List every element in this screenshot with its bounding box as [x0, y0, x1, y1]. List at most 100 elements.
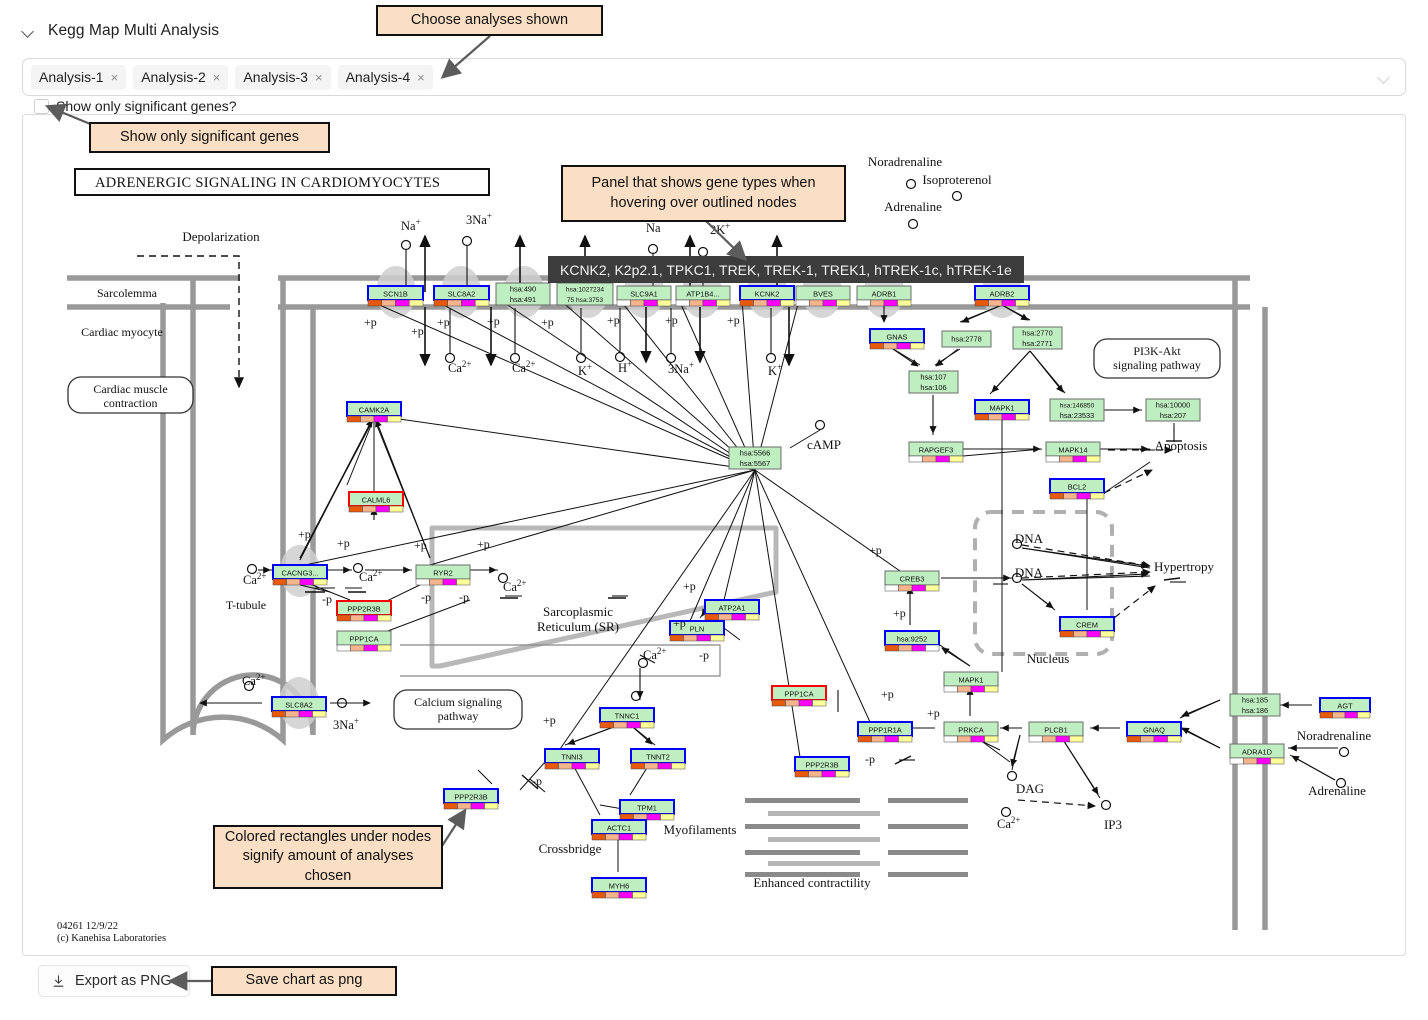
- svg-text:Sarcoplasmic: Sarcoplasmic: [543, 604, 613, 619]
- callout-text: Colored rectangles under nodes signify a…: [224, 829, 432, 884]
- kegg-gene-node[interactable]: AGT: [1319, 697, 1371, 719]
- kegg-gene-node[interactable]: PPP2R3B: [443, 788, 499, 810]
- kegg-gene-node[interactable]: MAPK1: [943, 671, 999, 693]
- svg-text:DNA: DNA: [1015, 531, 1044, 546]
- svg-text:Ca2+: Ca2+: [243, 571, 266, 587]
- tag-analysis-3[interactable]: Analysis-3 ×: [235, 64, 331, 90]
- chevron-down-icon[interactable]: [22, 24, 36, 38]
- callout-save-png: Save chart as png: [211, 966, 397, 996]
- show-significant-genes-row[interactable]: Show only significant genes?: [34, 96, 237, 116]
- kegg-gene-node[interactable]: hsa:1027234 75 hsa:3753: [556, 282, 614, 306]
- kegg-gene-node[interactable]: CACNG3...: [272, 564, 328, 586]
- svg-text:Ca2+: Ca2+: [643, 646, 666, 662]
- kegg-gene-node[interactable]: SCN1B: [367, 285, 424, 307]
- svg-text:MYH6: MYH6: [609, 882, 630, 891]
- close-icon[interactable]: ×: [213, 71, 221, 84]
- kegg-gene-node[interactable]: SLC8A2: [433, 285, 490, 307]
- tag-analysis-1[interactable]: Analysis-1 ×: [31, 64, 127, 90]
- kegg-gene-node[interactable]: PPP1CA: [771, 685, 827, 707]
- svg-text:Crossbridge: Crossbridge: [539, 841, 602, 856]
- kegg-gene-node[interactable]: hsa:146850hsa:23533: [1049, 398, 1105, 422]
- pathway-link-box[interactable]: Calcium signalingpathway: [393, 689, 523, 730]
- svg-text:hsa:2770: hsa:2770: [1022, 329, 1052, 338]
- kegg-gene-node[interactable]: hsa:185hsa:186: [1229, 693, 1281, 717]
- kegg-gene-node[interactable]: PRKCA: [943, 721, 999, 743]
- svg-text:Na+: Na+: [401, 217, 421, 233]
- svg-text:AGT: AGT: [1337, 702, 1353, 711]
- kegg-gene-node[interactable]: ADRB1: [856, 285, 912, 307]
- kegg-gene-node[interactable]: MAPK1: [974, 399, 1030, 421]
- svg-text:+p: +p: [665, 313, 678, 327]
- svg-text:PPP1R1A: PPP1R1A: [868, 726, 901, 735]
- svg-text:PPP2R3B: PPP2R3B: [347, 605, 380, 614]
- svg-text:+p: +p: [364, 315, 377, 329]
- kegg-gene-node[interactable]: RYR2: [415, 564, 471, 586]
- kegg-gene-node[interactable]: CALML6: [348, 491, 404, 513]
- kegg-gene-node[interactable]: hsa:2770hsa:2771: [1012, 326, 1063, 350]
- kegg-gene-node[interactable]: MYH6: [591, 877, 647, 899]
- kegg-gene-node[interactable]: ACTC1: [591, 819, 647, 841]
- analysis-multiselect[interactable]: Analysis-1 × Analysis-2 × Analysis-3 × A…: [22, 58, 1406, 96]
- svg-text:SCN1B: SCN1B: [383, 290, 408, 299]
- kegg-gene-node[interactable]: hsa:5566hsa:5567: [728, 446, 782, 470]
- kegg-gene-node[interactable]: SLC9A1: [616, 285, 672, 307]
- kegg-gene-node[interactable]: GNAQ: [1126, 721, 1182, 743]
- kegg-gene-node[interactable]: PPP1CA: [336, 630, 392, 652]
- pathway-link-box[interactable]: Cardiac musclecontraction: [67, 376, 194, 414]
- svg-text:+p: +p: [437, 315, 450, 329]
- svg-text:signaling pathway: signaling pathway: [1113, 358, 1201, 372]
- kegg-gene-node[interactable]: SLC8A2: [271, 696, 327, 718]
- kegg-gene-node[interactable]: KCNK2: [739, 285, 795, 307]
- kegg-gene-node[interactable]: hsa:10000hsa:207: [1145, 398, 1201, 422]
- kegg-gene-node[interactable]: ATP1B4...: [675, 285, 731, 307]
- chevron-down-icon[interactable]: [1378, 71, 1391, 84]
- pathway-link-box[interactable]: PI3K-Aktsignaling pathway: [1093, 338, 1221, 379]
- kegg-gene-node[interactable]: hsa:9252: [884, 630, 940, 652]
- kegg-gene-node[interactable]: PLCB1: [1028, 721, 1084, 743]
- tag-label: Analysis-3: [243, 69, 308, 85]
- kegg-gene-node[interactable]: CREB3: [884, 570, 940, 592]
- tag-analysis-4[interactable]: Analysis-4 ×: [337, 64, 433, 90]
- kegg-gene-node[interactable]: TNNC1: [599, 707, 655, 729]
- svg-text:SLC8A2: SLC8A2: [285, 701, 313, 710]
- close-icon[interactable]: ×: [417, 71, 425, 84]
- svg-text:GNAQ: GNAQ: [1143, 726, 1165, 735]
- kegg-gene-node[interactable]: RAPGEF3: [908, 441, 964, 463]
- kegg-gene-node[interactable]: PPP2R3B: [794, 756, 850, 778]
- kegg-gene-node[interactable]: hsa:107hsa:106: [908, 370, 959, 394]
- kegg-gene-node[interactable]: TNNI3: [544, 748, 600, 770]
- kegg-gene-node[interactable]: ATP2A1: [704, 599, 760, 621]
- close-icon[interactable]: ×: [111, 71, 119, 84]
- kegg-gene-node[interactable]: PPP1R1A: [857, 721, 913, 743]
- svg-text:RAPGEF3: RAPGEF3: [919, 446, 954, 455]
- kegg-gene-node[interactable]: hsa:490hsa:491: [495, 282, 551, 306]
- tag-analysis-2[interactable]: Analysis-2 ×: [133, 64, 229, 90]
- kegg-gene-node[interactable]: BCL2: [1049, 478, 1105, 500]
- kegg-gene-node[interactable]: TPM1: [619, 799, 675, 821]
- kegg-gene-node[interactable]: ADRB2: [974, 285, 1030, 307]
- kegg-gene-node[interactable]: TNNT2: [630, 748, 686, 770]
- kegg-gene-node[interactable]: GNAS: [869, 328, 925, 350]
- close-icon[interactable]: ×: [315, 71, 323, 84]
- export-as-png-label: Export as PNG: [75, 973, 172, 989]
- kegg-gene-node[interactable]: hsa:2778: [941, 330, 992, 348]
- callout-text: Show only significant genes: [120, 128, 299, 145]
- svg-text:PPP2R3B: PPP2R3B: [454, 793, 487, 802]
- svg-text:+p: +p: [683, 579, 696, 593]
- export-as-png-button[interactable]: Export as PNG: [38, 965, 190, 997]
- svg-text:-p: -p: [322, 592, 332, 606]
- kegg-gene-node[interactable]: PPP2R3B: [336, 600, 392, 622]
- svg-text:Ca2+: Ca2+: [448, 359, 471, 375]
- svg-text:PLCB1: PLCB1: [1044, 726, 1067, 735]
- show-significant-genes-checkbox[interactable]: [34, 98, 49, 114]
- kegg-gene-node[interactable]: CAMK2A: [346, 401, 402, 423]
- kegg-gene-node[interactable]: CREM: [1059, 616, 1115, 638]
- kegg-gene-node[interactable]: ADRA1D: [1229, 743, 1285, 765]
- svg-text:75 hsa:3753: 75 hsa:3753: [567, 297, 604, 304]
- svg-text:Hypertropy: Hypertropy: [1154, 559, 1214, 574]
- kegg-gene-node[interactable]: MAPK14: [1045, 441, 1101, 463]
- svg-text:Ca2+: Ca2+: [359, 568, 382, 584]
- kegg-gene-node[interactable]: BVES: [795, 285, 851, 307]
- svg-text:ADRB2: ADRB2: [990, 290, 1015, 299]
- svg-text:+p: +p: [541, 315, 554, 329]
